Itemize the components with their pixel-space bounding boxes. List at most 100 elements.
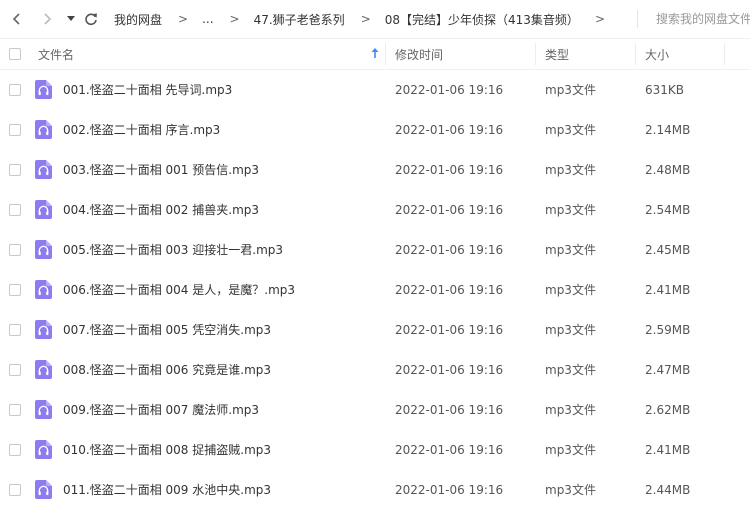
file-name[interactable]: 003.怪盗二十面相 001 预告信.mp3	[63, 150, 259, 190]
breadcrumb: 我的网盘 > ... > 47.狮子老爸系列 > 08【完结】少年侦探（413集…	[114, 0, 619, 38]
file-name[interactable]: 008.怪盗二十面相 006 究竟是谁.mp3	[63, 350, 271, 390]
navigation-bar: 我的网盘 > ... > 47.狮子老爸系列 > 08【完结】少年侦探（413集…	[0, 0, 750, 38]
sort-ascending-icon[interactable]	[370, 47, 380, 59]
file-row[interactable]: 004.怪盗二十面相 002 捕兽夹.mp3 2022-01-06 19:16 mp…	[0, 190, 750, 230]
column-header-type-label: 类型	[545, 47, 570, 62]
audio-file-icon	[35, 200, 52, 219]
row-checkbox[interactable]	[9, 284, 21, 296]
column-header-type[interactable]: 类型	[545, 39, 635, 69]
file-type: mp3文件	[545, 83, 596, 97]
file-name[interactable]: 011.怪盗二十面相 009 水池中央.mp3	[63, 470, 271, 510]
column-divider[interactable]	[635, 43, 636, 65]
breadcrumb-separator: >	[178, 12, 189, 26]
file-type: mp3文件	[545, 323, 596, 337]
file-row[interactable]: 007.怪盗二十面相 005 凭空消失.mp3 2022-01-06 19:16 m…	[0, 310, 750, 350]
forward-button[interactable]	[38, 9, 56, 29]
file-name[interactable]: 006.怪盗二十面相 004 是人，是魔？.mp3	[63, 270, 295, 310]
file-row[interactable]: 008.怪盗二十面相 006 究竟是谁.mp3 2022-01-06 19:16 m…	[0, 350, 750, 390]
file-size: 2.54MB	[645, 203, 691, 217]
chevron-left-icon	[12, 13, 20, 25]
audio-file-icon	[35, 120, 52, 139]
toolbar-divider	[637, 10, 638, 28]
file-name[interactable]: 010.怪盗二十面相 008 捉捕盗贼.mp3	[63, 430, 271, 470]
file-modified-time: 2022-01-06 19:16	[395, 83, 504, 97]
file-row[interactable]: 009.怪盗二十面相 007 魔法师.mp3 2022-01-06 19:16 mp…	[0, 390, 750, 430]
column-header-name-label: 文件名	[38, 47, 75, 62]
file-name[interactable]: 007.怪盗二十面相 005 凭空消失.mp3	[63, 310, 271, 350]
row-checkbox[interactable]	[9, 124, 21, 136]
column-divider[interactable]	[724, 43, 725, 65]
audio-file-icon	[35, 440, 52, 459]
chevron-right-icon	[44, 13, 52, 25]
row-checkbox[interactable]	[9, 324, 21, 336]
history-dropdown-button[interactable]	[64, 9, 78, 29]
refresh-icon	[85, 13, 97, 26]
file-size: 2.14MB	[645, 123, 691, 137]
row-checkbox[interactable]	[9, 244, 21, 256]
caret-down-icon	[67, 16, 75, 21]
file-type: mp3文件	[545, 203, 596, 217]
breadcrumb-separator: >	[229, 12, 240, 26]
file-row[interactable]: 003.怪盗二十面相 001 预告信.mp3 2022-01-06 19:16 mp…	[0, 150, 750, 190]
audio-file-icon	[35, 400, 52, 419]
breadcrumb-item-parent[interactable]: 47.狮子老爸系列	[254, 11, 345, 28]
file-row[interactable]: 010.怪盗二十面相 008 捉捕盗贼.mp3 2022-01-06 19:16 m…	[0, 430, 750, 470]
file-size: 2.41MB	[645, 443, 691, 457]
select-all-checkbox-cell	[9, 39, 21, 69]
column-divider[interactable]	[535, 43, 536, 65]
file-name[interactable]: 005.怪盗二十面相 003 迎接壮一君.mp3	[63, 230, 283, 270]
file-row[interactable]: 002.怪盗二十面相 序言.mp3 2022-01-06 19:16 mp3文件 2.…	[0, 110, 750, 150]
file-modified-time: 2022-01-06 19:16	[395, 163, 504, 177]
file-size: 2.45MB	[645, 243, 691, 257]
file-row[interactable]: 001.怪盗二十面相 先导词.mp3 2022-01-06 19:16 mp3文件 6…	[0, 70, 750, 110]
file-type: mp3文件	[545, 163, 596, 177]
column-header-modified-label: 修改时间	[395, 47, 444, 62]
breadcrumb-item-root[interactable]: 我的网盘	[114, 11, 162, 28]
file-name[interactable]: 009.怪盗二十面相 007 魔法师.mp3	[63, 390, 259, 430]
audio-file-icon	[35, 280, 52, 299]
refresh-button[interactable]	[82, 9, 100, 29]
file-modified-time: 2022-01-06 19:16	[395, 403, 504, 417]
file-size: 2.48MB	[645, 163, 691, 177]
column-header-size[interactable]: 大小	[645, 39, 725, 69]
row-checkbox[interactable]	[9, 164, 21, 176]
breadcrumb-item-current[interactable]: 08【完结】少年侦探（413集音频）	[385, 11, 579, 28]
file-modified-time: 2022-01-06 19:16	[395, 283, 504, 297]
row-checkbox[interactable]	[9, 444, 21, 456]
file-size: 2.47MB	[645, 363, 691, 377]
breadcrumb-separator: >	[360, 12, 371, 26]
file-size: 2.59MB	[645, 323, 691, 337]
column-header-modified[interactable]: 修改时间	[395, 39, 535, 69]
file-name[interactable]: 002.怪盗二十面相 序言.mp3	[63, 110, 220, 150]
row-checkbox[interactable]	[9, 364, 21, 376]
file-modified-time: 2022-01-06 19:16	[395, 483, 504, 497]
file-size: 2.41MB	[645, 283, 691, 297]
back-button[interactable]	[8, 9, 26, 29]
file-modified-time: 2022-01-06 19:16	[395, 243, 504, 257]
file-modified-time: 2022-01-06 19:16	[395, 443, 504, 457]
search-input[interactable]	[646, 8, 750, 30]
breadcrumb-separator: >	[594, 12, 605, 26]
file-name[interactable]: 004.怪盗二十面相 002 捕兽夹.mp3	[63, 190, 259, 230]
row-checkbox[interactable]	[9, 484, 21, 496]
file-row[interactable]: 006.怪盗二十面相 004 是人，是魔？.mp3 2022-01-06 19:1…	[0, 270, 750, 310]
file-type: mp3文件	[545, 363, 596, 377]
audio-file-icon	[35, 240, 52, 259]
row-checkbox[interactable]	[9, 204, 21, 216]
breadcrumb-item-ellipsis[interactable]: ...	[202, 12, 213, 26]
audio-file-icon	[35, 320, 52, 339]
file-row[interactable]: 005.怪盗二十面相 003 迎接壮一君.mp3 2022-01-06 19:16…	[0, 230, 750, 270]
file-size: 2.44MB	[645, 483, 691, 497]
row-checkbox[interactable]	[9, 84, 21, 96]
file-name[interactable]: 001.怪盗二十面相 先导词.mp3	[63, 70, 232, 110]
audio-file-icon	[35, 80, 52, 99]
column-divider[interactable]	[385, 43, 386, 65]
column-header-name[interactable]: 文件名	[38, 39, 383, 69]
file-row[interactable]: 011.怪盗二十面相 009 水池中央.mp3 2022-01-06 19:16 m…	[0, 470, 750, 510]
select-all-checkbox[interactable]	[9, 48, 21, 60]
file-list: 001.怪盗二十面相 先导词.mp3 2022-01-06 19:16 mp3文件 6…	[0, 70, 750, 510]
row-checkbox[interactable]	[9, 404, 21, 416]
audio-file-icon	[35, 360, 52, 379]
file-type: mp3文件	[545, 443, 596, 457]
file-size: 631KB	[645, 83, 685, 97]
